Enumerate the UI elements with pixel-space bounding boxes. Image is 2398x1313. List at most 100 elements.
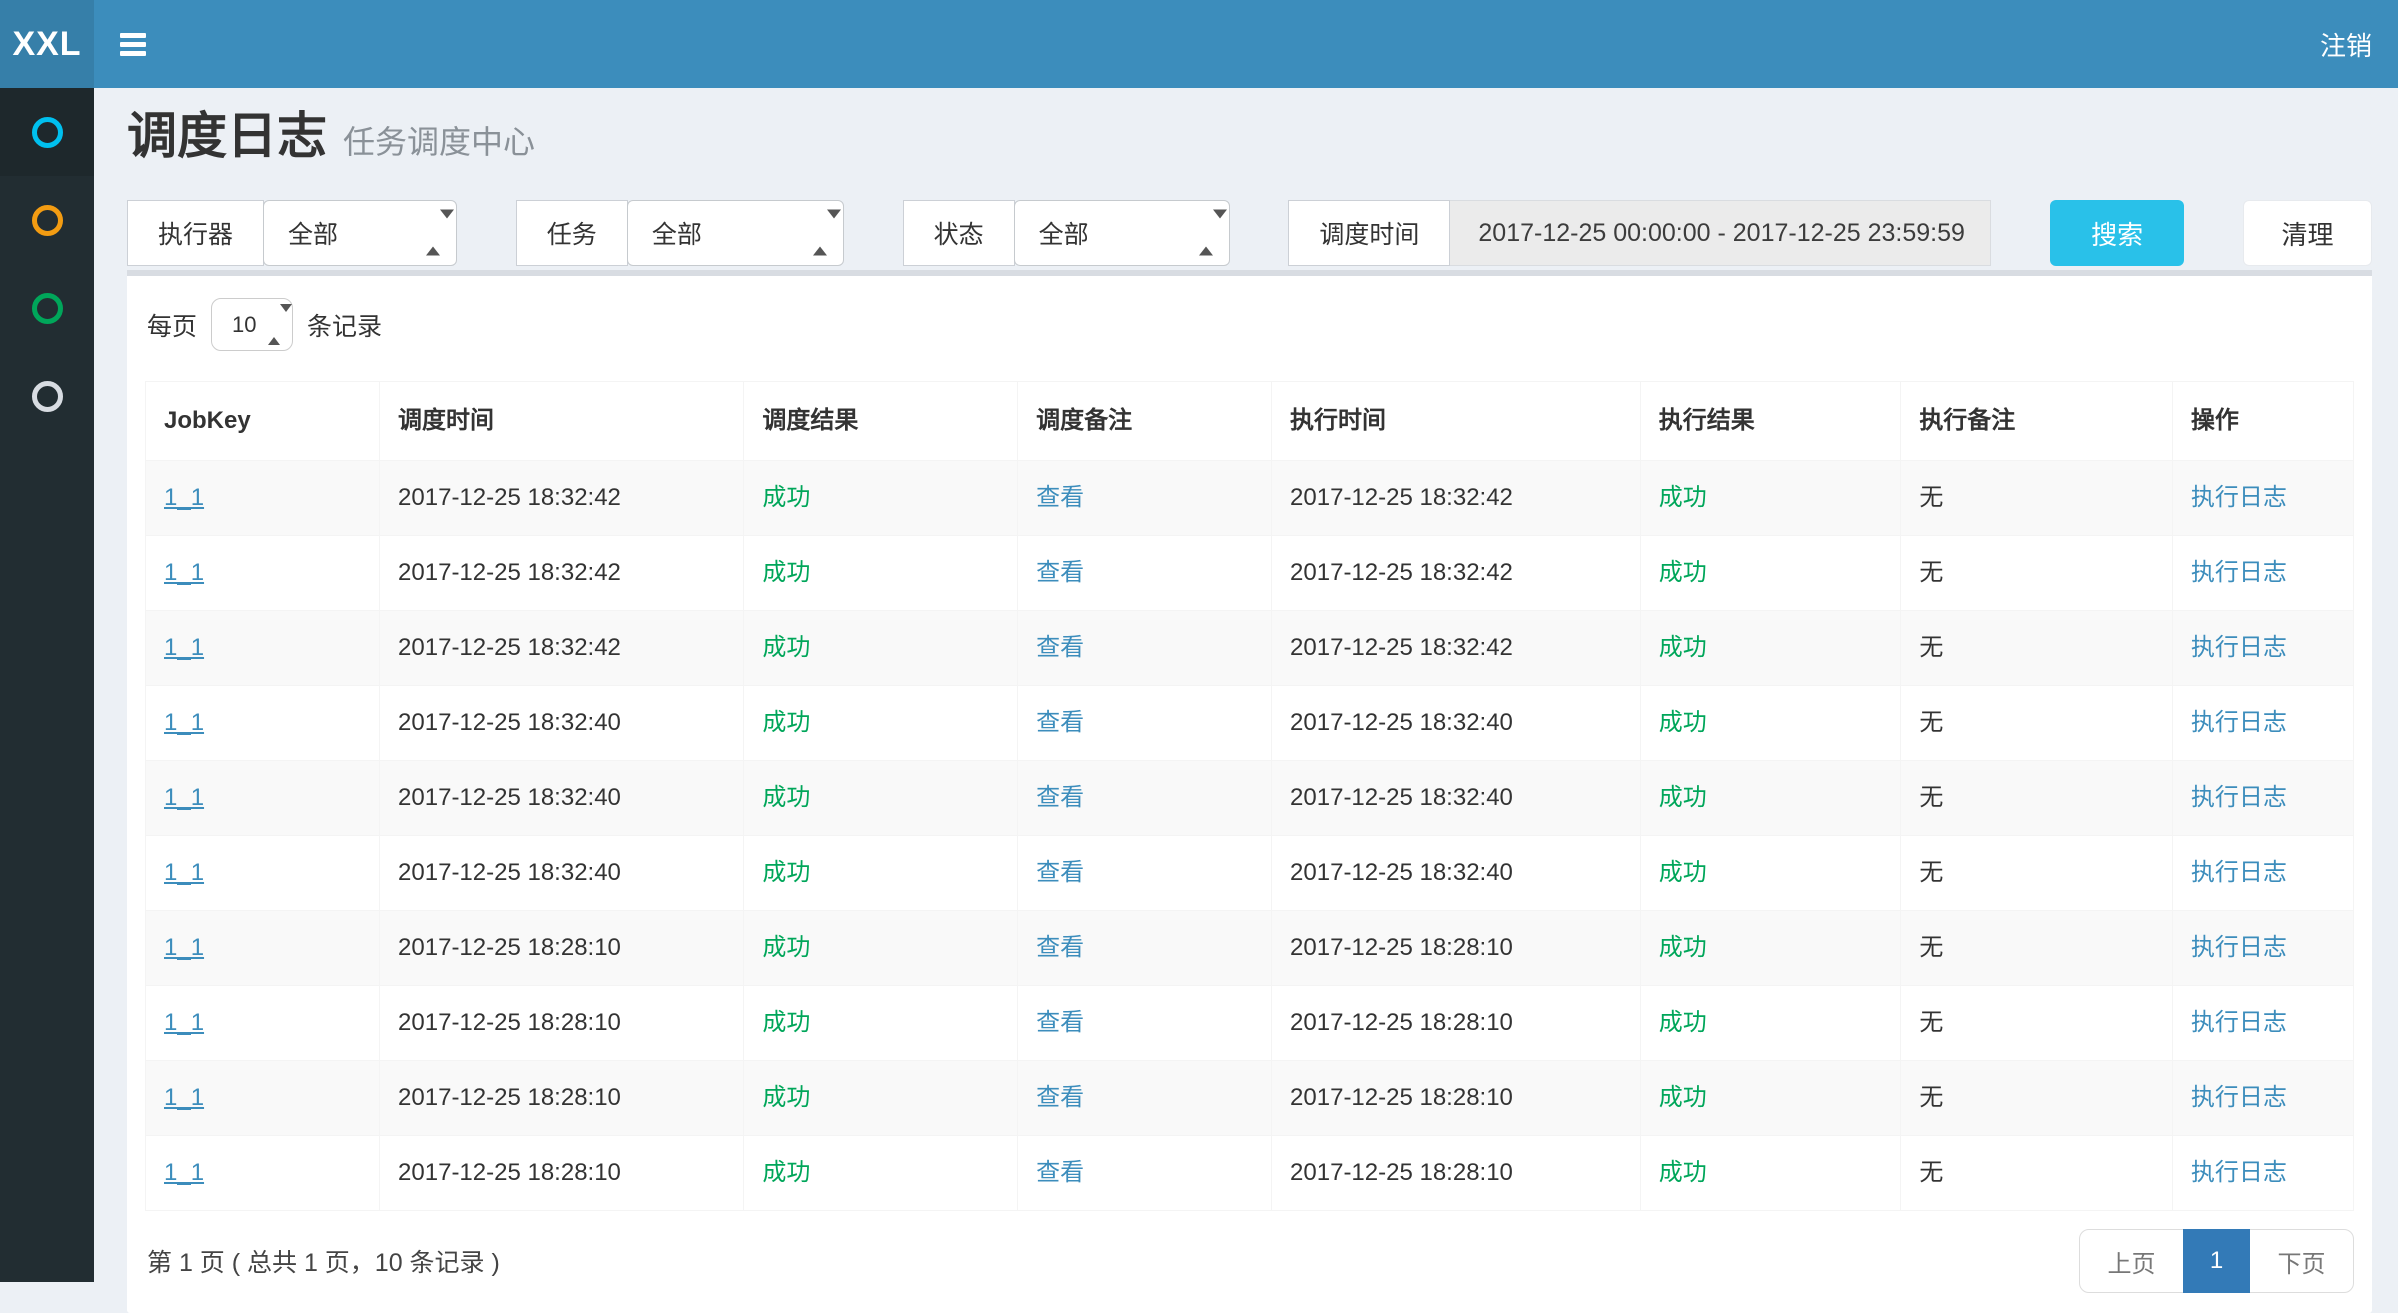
next-page-button[interactable]: 下页 [2249,1229,2354,1293]
app-logo[interactable]: XXL [0,0,94,88]
trigger-msg-link[interactable]: 查看 [1036,484,1084,511]
search-button[interactable]: 搜索 [2050,200,2184,266]
execution-log-link[interactable]: 执行日志 [2191,1159,2287,1186]
execution-log-link-cell: 执行日志 [2172,1136,2353,1211]
prev-page-button[interactable]: 上页 [2079,1229,2184,1293]
trigger-msg-link[interactable]: 查看 [1036,859,1084,886]
trigger-msg-link[interactable]: 查看 [1036,784,1084,811]
handle-time-cell: 2017-12-25 18:32:42 [1290,559,1513,586]
handle-result-text: 成功 [1659,709,1707,736]
trigger-msg-link-cell: 查看 [1018,986,1272,1061]
jobkey-link[interactable]: 1_1 [164,1159,204,1186]
handle-msg-cell: 无 [1919,784,1943,811]
page-size-select[interactable]: 10 [211,298,293,351]
table-footer: 第 1 页 ( 总共 1 页，10 条记录 ) 上页 1 下页 [145,1229,2354,1293]
jobkey-link-cell: 1_1 [146,1136,380,1211]
page-size-suffix-label: 条记录 [307,307,382,343]
sidebar-menu-item-1[interactable] [0,88,94,176]
sidebar-toggle-button[interactable] [94,0,172,88]
handle-msg-cell: 无 [1919,859,1943,886]
trigger-time-cell: 2017-12-25 18:28:10 [398,934,621,961]
trigger-result-text: 成功 [762,1084,810,1111]
select-stepper-icon [813,219,827,248]
execution-log-link-cell: 执行日志 [2172,986,2353,1061]
trigger-time-cell-cell: 2017-12-25 18:32:42 [380,611,744,686]
sidebar-menu-item-3[interactable] [0,264,94,352]
select-stepper-icon [1199,219,1213,248]
handle-time-cell-cell: 2017-12-25 18:32:42 [1272,461,1641,536]
handle-msg-cell-cell: 无 [1901,1061,2173,1136]
trigger-msg-link[interactable]: 查看 [1036,1084,1084,1111]
table-row: 1_12017-12-25 18:28:10成功查看2017-12-25 18:… [146,911,2354,986]
trigger-time-cell: 2017-12-25 18:32:40 [398,709,621,736]
trigger-result-text-cell: 成功 [744,1061,1018,1136]
jobkey-link[interactable]: 1_1 [164,484,204,511]
execution-log-link[interactable]: 执行日志 [2191,709,2287,736]
execution-log-link[interactable]: 执行日志 [2191,484,2287,511]
status-filter-select[interactable]: 全部 [1014,200,1230,266]
sidebar-menu-item-4[interactable] [0,352,94,440]
handle-time-cell: 2017-12-25 18:32:42 [1290,484,1513,511]
trigger-result-text-cell: 成功 [744,461,1018,536]
column-header: 调度结果 [744,382,1018,461]
execution-log-link[interactable]: 执行日志 [2191,559,2287,586]
execution-log-link[interactable]: 执行日志 [2191,784,2287,811]
trigger-time-cell: 2017-12-25 18:28:10 [398,1084,621,1111]
select-stepper-icon [426,219,440,248]
jobkey-link[interactable]: 1_1 [164,634,204,661]
execution-log-link-cell: 执行日志 [2172,536,2353,611]
column-header: 执行结果 [1640,382,1901,461]
handle-time-cell-cell: 2017-12-25 18:32:42 [1272,536,1641,611]
executor-filter-group: 执行器 全部 [127,200,457,266]
jobkey-link-cell: 1_1 [146,761,380,836]
executor-filter-label: 执行器 [127,200,264,266]
trigger-time-cell-cell: 2017-12-25 18:32:42 [380,536,744,611]
jobkey-link[interactable]: 1_1 [164,709,204,736]
execution-log-link[interactable]: 执行日志 [2191,934,2287,961]
handle-time-cell: 2017-12-25 18:32:40 [1290,709,1513,736]
jobkey-link[interactable]: 1_1 [164,1084,204,1111]
execution-log-link-cell: 执行日志 [2172,611,2353,686]
table-row: 1_1 2017-12-25 18:32:42 成功 查看 2017-12-25 18:… [146,461,2354,536]
execution-log-link[interactable]: 执行日志 [2191,1009,2287,1036]
trigger-result-text: 成功 [762,1159,810,1186]
execution-log-link[interactable]: 执行日志 [2191,1084,2287,1111]
trigger-time-cell: 2017-12-25 18:32:40 [398,784,621,811]
trigger-msg-link[interactable]: 查看 [1036,559,1084,586]
trigger-time-filter-label: 调度时间 [1288,200,1450,266]
trigger-result-text: 成功 [762,784,810,811]
execution-log-link-cell: 执行日志 [2172,1061,2353,1136]
handle-result-text: 成功 [1659,559,1707,586]
trigger-time-range-input[interactable]: 2017-12-25 00:00:00 - 2017-12-25 23:59:5… [1450,200,1991,266]
jobkey-link[interactable]: 1_1 [164,784,204,811]
jobkey-link[interactable]: 1_1 [164,859,204,886]
jobkey-link[interactable]: 1_1 [164,934,204,961]
trigger-time-cell: 2017-12-25 18:32:42 [398,559,621,586]
current-page-button[interactable]: 1 [2183,1229,2250,1293]
column-header: 执行时间 [1272,382,1641,461]
trigger-msg-link[interactable]: 查看 [1036,709,1084,736]
status-filter-value: 全部 [1039,215,1089,251]
jobkey-link[interactable]: 1_1 [164,1009,204,1036]
executor-filter-select[interactable]: 全部 [263,200,457,266]
trigger-result-text: 成功 [762,484,810,511]
job-filter-select[interactable]: 全部 [627,200,844,266]
jobkey-link[interactable]: 1_1 [164,559,204,586]
trigger-msg-link[interactable]: 查看 [1036,1009,1084,1036]
trigger-result-text-cell: 成功 [744,986,1018,1061]
table-row: 1_12017-12-25 18:32:40成功查看2017-12-25 18:… [146,761,2354,836]
clear-button[interactable]: 清理 [2243,200,2372,266]
execution-log-link[interactable]: 执行日志 [2191,634,2287,661]
trigger-time-cell: 2017-12-25 18:32:42 [398,484,621,511]
trigger-time-cell-cell: 2017-12-25 18:28:10 [380,1061,744,1136]
trigger-msg-link[interactable]: 查看 [1036,934,1084,961]
filter-toolbar: 执行器 全部 任务 全部 状态 全部 调度时间 2017-12-25 00:00… [127,200,2372,266]
handle-result-text-cell: 成功 [1640,611,1901,686]
table-row: 1_1 2017-12-25 18:32:42 成功 查看 2017-12-25 18:… [146,536,2354,611]
logout-link[interactable]: 注销 [2320,26,2372,63]
trigger-msg-link[interactable]: 查看 [1036,634,1084,661]
trigger-msg-link[interactable]: 查看 [1036,1159,1084,1186]
execution-log-link[interactable]: 执行日志 [2191,859,2287,886]
handle-time-cell-cell: 2017-12-25 18:28:10 [1272,1061,1641,1136]
sidebar-menu-item-2[interactable] [0,176,94,264]
